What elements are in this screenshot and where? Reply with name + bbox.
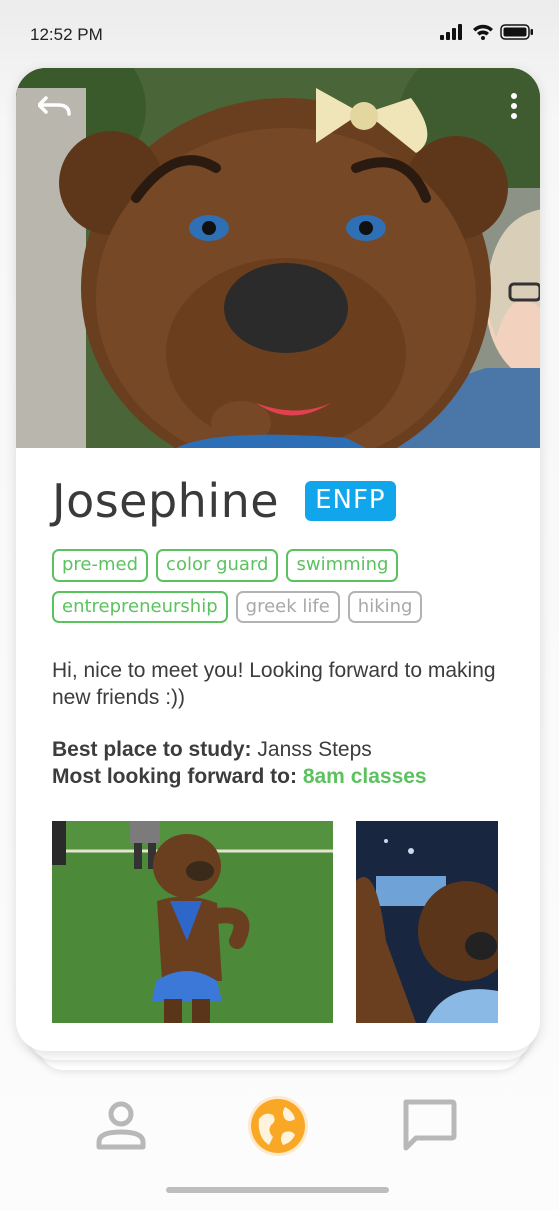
profile-prompts: Best place to study: Janss Steps Most lo…	[52, 736, 512, 790]
cellular-signal-icon	[440, 24, 462, 40]
mascot-field-illustration	[52, 821, 333, 1023]
bottom-navigation	[0, 1085, 559, 1175]
tag-hiking[interactable]: hiking	[347, 590, 423, 623]
profile-bio: Hi, nice to meet you! Looking forward to…	[52, 659, 496, 709]
more-vertical-icon-dot	[511, 103, 517, 109]
undo-button[interactable]	[38, 94, 74, 124]
more-options-button[interactable]	[504, 90, 524, 122]
status-bar: 12:52 PM	[0, 0, 559, 70]
nav-discover-button[interactable]	[245, 1093, 311, 1159]
tag-row: pre-med color guard swimming	[52, 549, 512, 582]
home-indicator[interactable]	[166, 1187, 389, 1193]
tag-row: entrepreneurship greek life hiking	[52, 590, 512, 623]
prompt-looking-forward: Most looking forward to: 8am classes	[52, 763, 512, 790]
battery-icon	[500, 24, 533, 40]
profile-card[interactable]: Josephine ENFP pre-med color guard swimm…	[16, 68, 540, 1051]
tag-color-guard[interactable]: color guard	[156, 549, 279, 582]
profile-photo	[16, 68, 540, 448]
personality-badge: ENFP	[305, 480, 396, 522]
mascot-portrait-illustration	[16, 68, 540, 448]
undo-icon	[38, 96, 71, 116]
tag-entrepreneurship[interactable]: entrepreneurship	[52, 590, 228, 623]
photo-gallery[interactable]	[52, 821, 540, 1024]
globe-icon	[248, 1096, 308, 1156]
chat-icon	[403, 1099, 457, 1151]
gallery-photo[interactable]	[52, 821, 333, 1023]
more-vertical-icon	[511, 93, 517, 99]
status-icons	[440, 24, 534, 40]
tag-swimming[interactable]: swimming	[286, 549, 399, 582]
name-row: Josephine ENFP	[52, 478, 396, 524]
profile-name: Josephine	[52, 474, 280, 528]
wifi-icon	[473, 24, 493, 40]
tag-pre-med[interactable]: pre-med	[52, 549, 149, 582]
status-time: 12:52 PM	[30, 25, 103, 44]
prompt-value: Janss Steps	[257, 738, 372, 761]
prompt-value: 8am classes	[302, 765, 427, 788]
gallery-photo[interactable]	[356, 821, 498, 1023]
nav-profile-button[interactable]	[88, 1093, 154, 1159]
profile-icon	[96, 1101, 146, 1150]
prompt-study-place: Best place to study: Janss Steps	[52, 736, 512, 763]
mascot-arena-illustration	[356, 821, 498, 1023]
more-vertical-icon-dot	[511, 113, 517, 119]
tag-greek-life[interactable]: greek life	[235, 590, 340, 623]
nav-messages-button[interactable]	[396, 1093, 462, 1159]
prompt-label: Best place to study:	[52, 738, 252, 761]
prompt-label: Most looking forward to:	[52, 765, 297, 788]
interest-tags: pre-med color guard swimming entrepreneu…	[52, 549, 512, 632]
